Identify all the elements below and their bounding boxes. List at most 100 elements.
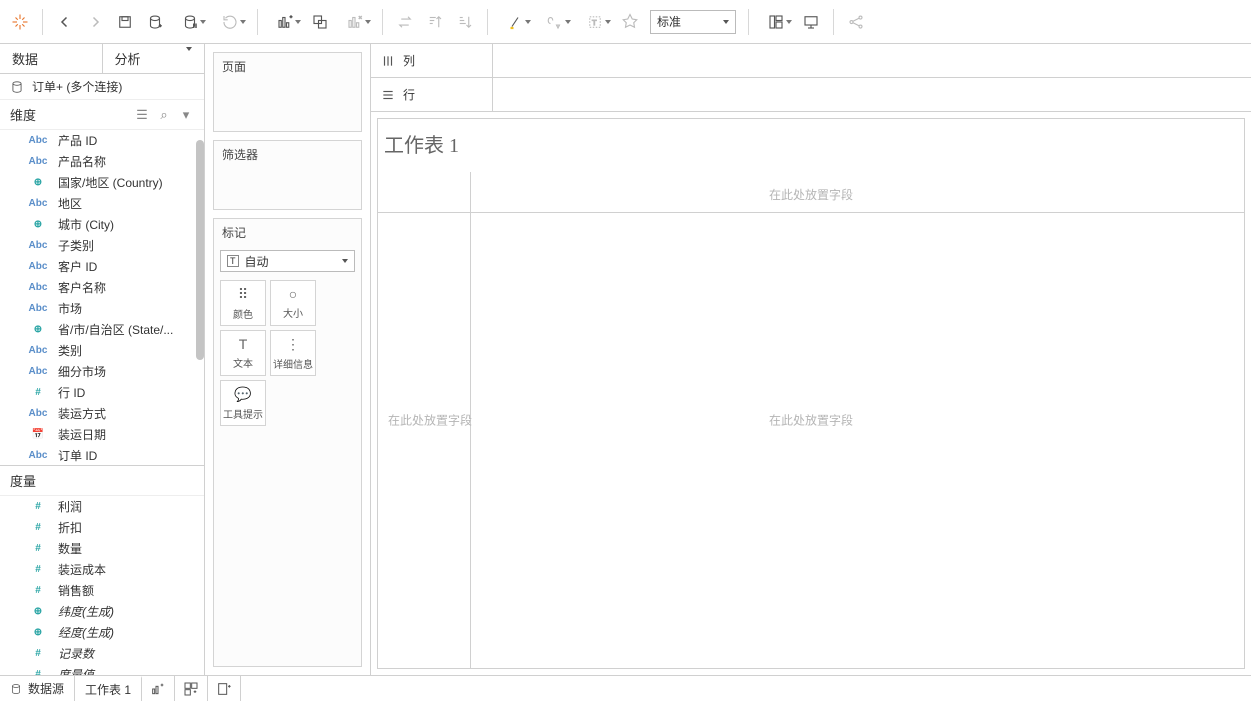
field-name: 记录数 (58, 645, 94, 662)
menu-icon[interactable]: ▾ (178, 107, 194, 123)
sort-asc-button[interactable] (421, 8, 449, 36)
clear-button[interactable] (336, 8, 374, 36)
undo-button[interactable] (51, 8, 79, 36)
dimension-field[interactable]: ⊕城市 (City) (0, 214, 204, 235)
dimension-field[interactable]: Abc产品名称 (0, 151, 204, 172)
new-story-tab[interactable] (208, 676, 241, 701)
pin-button[interactable] (616, 8, 644, 36)
measure-field[interactable]: #装运成本 (0, 559, 204, 580)
dimension-field[interactable]: Abc子类别 (0, 235, 204, 256)
mark-cell-大小[interactable]: ○大小 (270, 280, 316, 326)
columns-shelf[interactable]: 列 (371, 44, 1251, 78)
dimension-field[interactable]: Abc地区 (0, 193, 204, 214)
mark-cell-工具提示[interactable]: 💬工具提示 (220, 380, 266, 426)
new-worksheet-tab[interactable] (142, 676, 175, 701)
group-button[interactable] (536, 8, 574, 36)
scrollbar[interactable] (194, 130, 204, 465)
duplicate-button[interactable] (306, 8, 334, 36)
datasource-icon (10, 683, 22, 695)
datasource-name: 订单+ (多个连接) (32, 78, 122, 95)
field-name: 订单 ID (58, 447, 97, 464)
dropzone-hint-center: 在此处放置字段 (769, 412, 853, 429)
canvas-panel: 列 行 工作表 1 在此处放置字段 在此处放置字段 在此处放置字段 (371, 44, 1251, 675)
dropzone-hint-top: 在此处放置字段 (769, 186, 853, 203)
mark-icon: ⠿ (238, 286, 248, 303)
marks-type-dropdown[interactable]: T自动 (220, 250, 355, 272)
show-cards-button[interactable] (757, 8, 795, 36)
mark-icon: ○ (289, 286, 297, 302)
cards-panel: 页面 筛选器 标记 T自动 ⠿颜色○大小T文本⋮详细信息💬工具提示 (205, 44, 371, 675)
field-name: 子类别 (58, 237, 94, 254)
marks-grid: ⠿颜色○大小T文本⋮详细信息💬工具提示 (214, 280, 361, 426)
redo-button[interactable] (81, 8, 109, 36)
dimension-field[interactable]: ⊕省/市/自治区 (State/... (0, 319, 204, 340)
mark-label: 文本 (233, 355, 253, 370)
field-name: 产品名称 (58, 153, 106, 170)
rows-shelf[interactable]: 行 (371, 78, 1251, 112)
rows-drop-zone[interactable] (493, 78, 1251, 111)
separator (42, 9, 43, 35)
measure-field[interactable]: #利润 (0, 496, 204, 517)
datasource-row[interactable]: 订单+ (多个连接) (0, 74, 204, 100)
field-name: 经度(生成) (58, 624, 114, 641)
pages-card[interactable]: 页面 (213, 52, 362, 132)
measure-field[interactable]: #记录数 (0, 643, 204, 664)
dimension-field[interactable]: Abc类别 (0, 340, 204, 361)
presentation-button[interactable] (797, 8, 825, 36)
field-name: 类别 (58, 342, 82, 359)
filters-card[interactable]: 筛选器 (213, 140, 362, 210)
dimensions-list: Abc产品 IDAbc产品名称⊕国家/地区 (Country)Abc地区⊕城市 … (0, 130, 204, 466)
search-icon[interactable]: ⌕ (156, 107, 172, 123)
measure-field[interactable]: #销售额 (0, 580, 204, 601)
save-button[interactable] (111, 8, 139, 36)
new-worksheet-button[interactable] (266, 8, 304, 36)
tab-analysis[interactable]: 分析 (103, 44, 205, 73)
measure-field[interactable]: ⊕纬度(生成) (0, 601, 204, 622)
tab-data[interactable]: 数据 (0, 44, 103, 73)
tab-sheet1[interactable]: 工作表 1 (75, 676, 142, 701)
dimension-field[interactable]: 📅装运日期 (0, 424, 204, 445)
dimension-field[interactable]: Abc市场 (0, 298, 204, 319)
dimension-field[interactable]: Abc细分市场 (0, 361, 204, 382)
dimension-field[interactable]: Abc订单 ID (0, 445, 204, 466)
new-dashboard-tab[interactable] (175, 676, 208, 701)
rows-shelf-label: 行 (371, 78, 493, 111)
sort-desc-button[interactable] (451, 8, 479, 36)
mark-cell-详细信息[interactable]: ⋮详细信息 (270, 330, 316, 376)
separator (487, 9, 488, 35)
columns-drop-zone[interactable] (493, 44, 1251, 77)
dimension-field[interactable]: #行 ID (0, 382, 204, 403)
measure-field[interactable]: #数量 (0, 538, 204, 559)
pause-updates-button[interactable] (171, 8, 209, 36)
dimension-field[interactable]: Abc客户 ID (0, 256, 204, 277)
worksheet-canvas[interactable]: 工作表 1 在此处放置字段 在此处放置字段 在此处放置字段 (377, 118, 1245, 669)
text-icon: T (227, 255, 239, 267)
dimension-field[interactable]: Abc装运方式 (0, 403, 204, 424)
new-datasource-button[interactable] (141, 8, 169, 36)
scrollbar-thumb[interactable] (196, 140, 204, 360)
measure-field[interactable]: #折扣 (0, 517, 204, 538)
text-label-button[interactable]: T (576, 8, 614, 36)
share-button[interactable] (842, 8, 870, 36)
fit-dropdown[interactable]: 标准 (650, 10, 736, 34)
list-view-icon[interactable]: ☰ (134, 107, 150, 123)
marks-card-title: 标记 (214, 219, 361, 246)
refresh-button[interactable] (211, 8, 249, 36)
measures-list: #利润#折扣#数量#装运成本#销售额⊕纬度(生成)⊕经度(生成)#记录数#度量值 (0, 496, 204, 675)
measure-field[interactable]: #度量值 (0, 664, 204, 675)
dimension-field[interactable]: Abc客户名称 (0, 277, 204, 298)
swap-button[interactable] (391, 8, 419, 36)
dimension-field[interactable]: ⊕国家/地区 (Country) (0, 172, 204, 193)
measure-field[interactable]: ⊕经度(生成) (0, 622, 204, 643)
mark-label: 详细信息 (273, 356, 313, 371)
tab-datasource[interactable]: 数据源 (0, 676, 75, 701)
highlight-button[interactable] (496, 8, 534, 36)
rows-icon (381, 88, 395, 102)
worksheet-title[interactable]: 工作表 1 (378, 119, 1244, 172)
mark-cell-文本[interactable]: T文本 (220, 330, 266, 376)
dimension-field[interactable]: Abc产品 ID (0, 130, 204, 151)
separator (833, 9, 834, 35)
mark-cell-颜色[interactable]: ⠿颜色 (220, 280, 266, 326)
tableau-logo-icon[interactable] (6, 8, 34, 36)
field-name: 城市 (City) (58, 216, 114, 233)
